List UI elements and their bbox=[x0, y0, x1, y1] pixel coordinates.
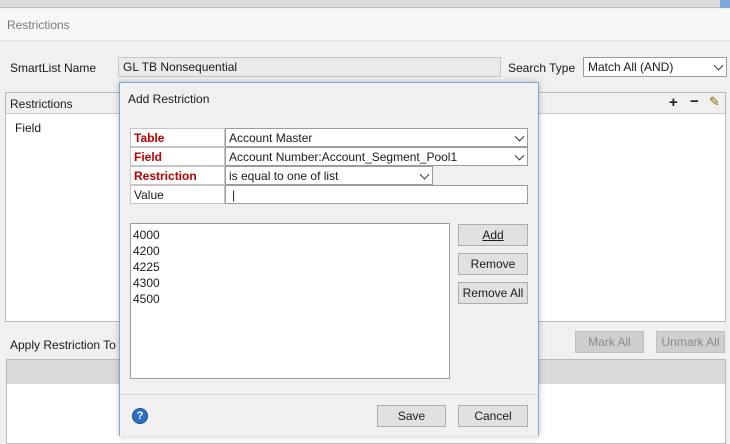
restrictions-field-column: Field bbox=[15, 121, 42, 135]
edit-restriction-icon[interactable]: ✎ bbox=[709, 94, 720, 110]
remove-value-button[interactable]: Remove bbox=[458, 253, 528, 275]
table-row: Table Account Master bbox=[130, 128, 528, 147]
chevron-down-icon bbox=[419, 169, 430, 180]
chevron-down-icon bbox=[713, 60, 724, 71]
window-title: Restrictions bbox=[7, 18, 70, 32]
restriction-select[interactable]: is equal to one of list bbox=[225, 166, 433, 185]
window-edge-accent bbox=[720, 0, 730, 8]
chevron-down-icon bbox=[514, 131, 525, 142]
list-item[interactable]: 4200 bbox=[133, 243, 447, 259]
table-label: Table bbox=[130, 128, 225, 147]
field-label: Field bbox=[130, 147, 225, 166]
search-type-select[interactable]: Match All (AND) bbox=[583, 57, 727, 77]
chevron-down-icon bbox=[514, 150, 525, 161]
apply-restriction-label: Apply Restriction To bbox=[10, 338, 116, 352]
list-item[interactable]: 4225 bbox=[133, 259, 447, 275]
field-select[interactable]: Account Number:Account_Segment_Pool1 bbox=[225, 147, 528, 166]
value-list[interactable]: 4000 4200 4225 4300 4500 bbox=[130, 223, 450, 379]
value-row: Value | bbox=[130, 185, 528, 204]
smartlist-name-field[interactable]: GL TB Nonsequential bbox=[118, 57, 501, 77]
window-header bbox=[0, 9, 730, 41]
restrictions-panel-title: Restrictions bbox=[10, 97, 73, 111]
list-item[interactable]: 4500 bbox=[133, 291, 447, 307]
search-type-value: Match All (AND) bbox=[588, 60, 674, 74]
value-label: Value bbox=[130, 185, 225, 204]
table-select[interactable]: Account Master bbox=[225, 128, 528, 147]
mark-all-button[interactable]: Mark All bbox=[575, 331, 644, 353]
dialog-title: Add Restriction bbox=[128, 92, 210, 106]
remove-restriction-icon[interactable]: − bbox=[690, 93, 699, 110]
save-button[interactable]: Save bbox=[377, 405, 446, 427]
field-row: Field Account Number:Account_Segment_Poo… bbox=[130, 147, 528, 166]
search-type-label: Search Type bbox=[508, 61, 576, 75]
remove-all-values-button[interactable]: Remove All bbox=[458, 282, 528, 304]
smartlist-name-label: SmartList Name bbox=[10, 61, 97, 75]
window-top-strip bbox=[0, 0, 730, 8]
value-input[interactable]: | bbox=[225, 185, 528, 204]
add-restriction-dialog: Add Restriction Table Account Master Fie… bbox=[119, 82, 539, 436]
help-icon[interactable]: ? bbox=[132, 408, 148, 424]
cancel-button[interactable]: Cancel bbox=[458, 405, 528, 427]
list-item[interactable]: 4000 bbox=[133, 227, 447, 243]
add-value-button[interactable]: Add bbox=[458, 224, 528, 246]
restriction-label: Restriction bbox=[130, 166, 225, 185]
list-item[interactable]: 4300 bbox=[133, 275, 447, 291]
restriction-row: Restriction is equal to one of list bbox=[130, 166, 528, 185]
add-restriction-icon[interactable]: + bbox=[669, 94, 678, 111]
unmark-all-button[interactable]: Unmark All bbox=[656, 331, 725, 353]
